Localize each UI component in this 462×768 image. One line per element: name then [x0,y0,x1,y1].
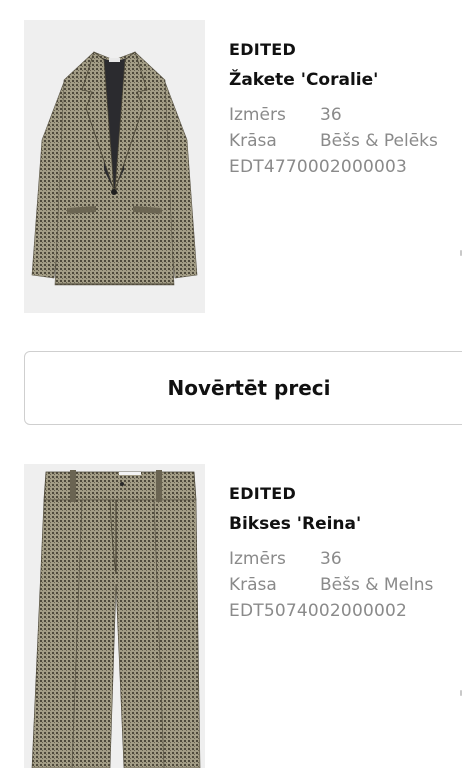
product-attributes: Izmērs 36 Krāsa Bēšs & Pelēks EDT477000200… [229,102,462,180]
trousers-illustration [24,464,205,768]
color-row: Krāsa Bēšs & Melns [229,572,462,598]
size-label: Izmērs [229,105,286,125]
product-brand: EDITED [229,40,297,59]
blazer-illustration [24,20,205,313]
rate-product-button[interactable]: Novērtēt preci [24,351,462,425]
product-info: EDITED Žakete 'Coralie' Izmērs 36 Krāsa Bē… [229,40,462,180]
product-name[interactable]: Bikses 'Reina' [229,513,462,535]
order-item-card: EDITED Bikses 'Reina' Izmērs 36 Krāsa Bēšs… [0,445,462,768]
product-info: EDITED Bikses 'Reina' Izmērs 36 Krāsa Bēšs… [229,484,462,624]
size-value: 36 [320,105,342,125]
color-value: Bēšs & Melns [320,575,434,595]
size-label: Izmērs [229,549,286,569]
product-name[interactable]: Žakete 'Coralie' [229,69,462,91]
color-row: Krāsa Bēšs & Pelēks [229,128,462,154]
color-label: Krāsa [229,575,277,595]
size-row: Izmērs 36 [229,102,462,128]
product-image-trousers[interactable] [24,464,205,768]
product-image-blazer[interactable] [24,20,205,313]
size-value: 36 [320,549,342,569]
product-brand: EDITED [229,484,297,503]
size-row: Izmērs 36 [229,546,462,572]
product-sku: EDT5074002000002 [229,601,408,621]
product-sku: EDT4770002000003 [229,157,408,177]
color-label: Krāsa [229,131,277,151]
color-value: Bēšs & Pelēks [320,131,438,151]
product-attributes: Izmērs 36 Krāsa Bēšs & Melns EDT5074002000… [229,546,462,624]
order-item-card: EDITED Žakete 'Coralie' Izmērs 36 Krāsa Bē… [0,0,462,330]
